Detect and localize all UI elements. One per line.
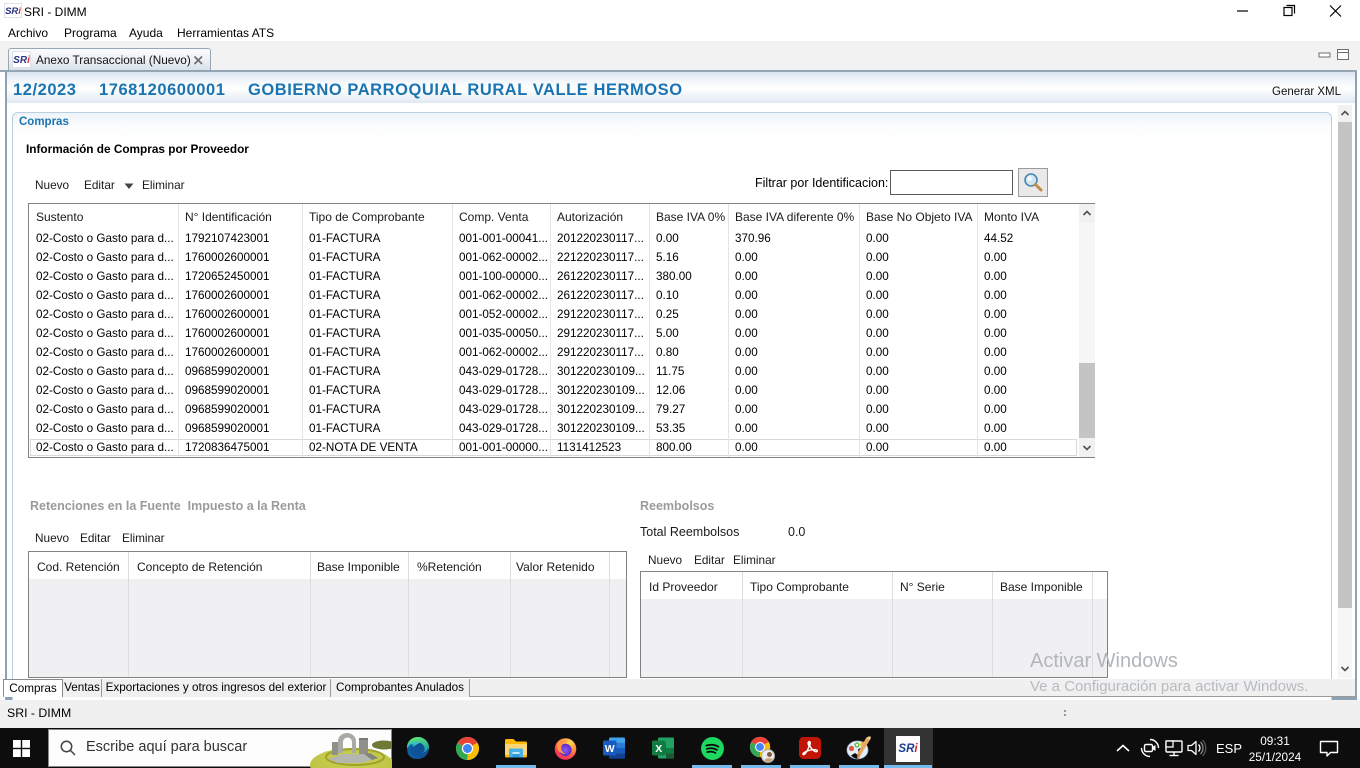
svg-text:X: X	[655, 743, 662, 755]
svg-text:W: W	[605, 743, 615, 755]
